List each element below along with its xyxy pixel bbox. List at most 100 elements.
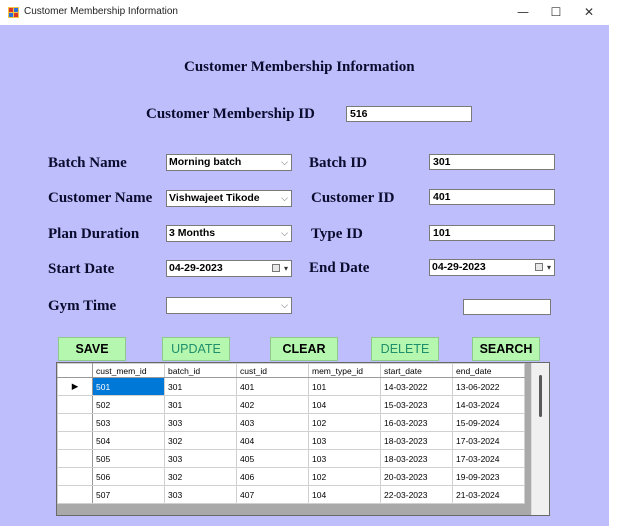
table-cell[interactable]: 104 bbox=[308, 485, 381, 504]
table-cell[interactable]: 21-03-2024 bbox=[452, 485, 525, 504]
table-cell[interactable]: 14-03-2024 bbox=[452, 395, 525, 414]
row-header[interactable] bbox=[57, 467, 93, 486]
column-header[interactable]: cust_mem_id bbox=[92, 363, 165, 378]
scrollbar-thumb[interactable] bbox=[539, 375, 542, 417]
clear-button[interactable]: CLEAR bbox=[270, 337, 338, 361]
row-header[interactable] bbox=[57, 485, 93, 504]
maximize-button[interactable]: ☐ bbox=[541, 3, 571, 22]
chevron-down-icon[interactable]: ⌵ bbox=[281, 155, 288, 170]
table-cell[interactable]: 502 bbox=[92, 395, 165, 414]
table-cell[interactable]: 104 bbox=[308, 395, 381, 414]
table-cell[interactable]: 506 bbox=[92, 467, 165, 486]
table-row[interactable]: 502 301 402 104 15-03-2023 14-03-2024 bbox=[57, 395, 525, 414]
table-cell[interactable]: 504 bbox=[92, 431, 165, 450]
table-row[interactable]: 505 303 405 103 18-03-2023 17-03-2024 bbox=[57, 449, 525, 468]
save-button[interactable]: SAVE bbox=[58, 337, 126, 361]
app-window: Customer Membership Information — ☐ ✕ Cu… bbox=[0, 0, 609, 526]
table-cell[interactable]: 18-03-2023 bbox=[380, 431, 453, 450]
title-bar[interactable]: Customer Membership Information — ☐ ✕ bbox=[0, 0, 609, 25]
chevron-down-icon[interactable]: ⌵ bbox=[281, 226, 288, 241]
start-date-label: Start Date bbox=[48, 261, 115, 277]
row-header[interactable] bbox=[57, 395, 93, 414]
table-cell[interactable]: 302 bbox=[164, 467, 237, 486]
table-cell[interactable]: 404 bbox=[236, 431, 309, 450]
table-cell[interactable]: 302 bbox=[164, 431, 237, 450]
batch-name-value: Morning batch bbox=[169, 156, 242, 168]
table-cell[interactable]: 13-06-2022 bbox=[452, 377, 525, 396]
gym-time-combo[interactable]: ⌵ bbox=[166, 297, 292, 314]
table-cell[interactable]: 18-03-2023 bbox=[380, 449, 453, 468]
table-row[interactable]: 507 303 407 104 22-03-2023 21-03-2024 bbox=[57, 485, 525, 504]
table-cell[interactable]: 15-03-2023 bbox=[380, 395, 453, 414]
chevron-down-icon[interactable]: ⌵ bbox=[281, 191, 288, 206]
table-cell[interactable]: 501 bbox=[92, 377, 165, 396]
table-cell[interactable]: 17-03-2024 bbox=[452, 431, 525, 450]
table-cell[interactable]: 19-09-2023 bbox=[452, 467, 525, 486]
table-cell[interactable]: 15-09-2024 bbox=[452, 413, 525, 432]
table-cell[interactable]: 303 bbox=[164, 413, 237, 432]
plan-duration-combo[interactable]: 3 Months ⌵ bbox=[166, 225, 292, 242]
column-header[interactable]: cust_id bbox=[236, 363, 309, 378]
batch-id-field[interactable]: 301 bbox=[429, 154, 555, 170]
row-header[interactable] bbox=[57, 413, 93, 432]
table-cell[interactable]: 406 bbox=[236, 467, 309, 486]
table-cell[interactable]: 303 bbox=[164, 485, 237, 504]
row-header[interactable] bbox=[57, 449, 93, 468]
current-row-indicator[interactable]: ▶ bbox=[57, 377, 93, 396]
table-cell[interactable]: 401 bbox=[236, 377, 309, 396]
column-header[interactable]: end_date bbox=[452, 363, 525, 378]
table-cell[interactable]: 407 bbox=[236, 485, 309, 504]
table-cell[interactable]: 102 bbox=[308, 413, 381, 432]
table-cell[interactable]: 301 bbox=[164, 395, 237, 414]
search-button[interactable]: SEARCH bbox=[472, 337, 540, 361]
column-header[interactable]: mem_type_id bbox=[308, 363, 381, 378]
table-row[interactable]: 504 302 404 103 18-03-2023 17-03-2024 bbox=[57, 431, 525, 450]
close-button[interactable]: ✕ bbox=[574, 3, 604, 22]
table-cell[interactable]: 303 bbox=[164, 449, 237, 468]
row-header[interactable] bbox=[57, 431, 93, 450]
table-cell[interactable]: 301 bbox=[164, 377, 237, 396]
calendar-icon[interactable] bbox=[535, 263, 543, 271]
gym-time-label: Gym Time bbox=[48, 298, 117, 314]
end-date-value: 04-29-2023 bbox=[432, 261, 486, 273]
table-cell[interactable]: 505 bbox=[92, 449, 165, 468]
table-cell[interactable]: 102 bbox=[308, 467, 381, 486]
calendar-icon[interactable] bbox=[272, 264, 280, 272]
table-cell[interactable]: 403 bbox=[236, 413, 309, 432]
grid-vertical-scrollbar[interactable] bbox=[531, 363, 549, 515]
table-cell[interactable]: 17-03-2024 bbox=[452, 449, 525, 468]
customer-id-field[interactable]: 401 bbox=[429, 189, 555, 205]
membership-id-field[interactable]: 516 bbox=[346, 106, 472, 122]
extra-text-field[interactable] bbox=[463, 299, 551, 315]
table-cell[interactable]: 402 bbox=[236, 395, 309, 414]
table-cell[interactable]: 507 bbox=[92, 485, 165, 504]
table-cell[interactable]: 14-03-2022 bbox=[380, 377, 453, 396]
table-cell[interactable]: 22-03-2023 bbox=[380, 485, 453, 504]
table-row[interactable]: 503 303 403 102 16-03-2023 15-09-2024 bbox=[57, 413, 525, 432]
table-cell[interactable]: 103 bbox=[308, 431, 381, 450]
update-button[interactable]: UPDATE bbox=[162, 337, 230, 361]
membership-id-label: Customer Membership ID bbox=[146, 106, 315, 122]
table-cell[interactable]: 503 bbox=[92, 413, 165, 432]
chevron-down-icon[interactable]: ⌵ bbox=[281, 298, 288, 313]
minimize-button[interactable]: — bbox=[508, 3, 538, 22]
table-row[interactable]: 506 302 406 102 20-03-2023 19-09-2023 bbox=[57, 467, 525, 486]
table-row[interactable]: ▶ 501 301 401 101 14-03-2022 13-06-2022 bbox=[57, 377, 525, 396]
delete-button[interactable]: DELETE bbox=[371, 337, 439, 361]
customer-name-combo[interactable]: Vishwajeet Tikode ⌵ bbox=[166, 190, 292, 207]
table-cell[interactable]: 16-03-2023 bbox=[380, 413, 453, 432]
membership-grid[interactable]: cust_mem_id batch_id cust_id mem_type_id… bbox=[56, 362, 550, 516]
end-date-label: End Date bbox=[309, 260, 370, 276]
table-cell[interactable]: 20-03-2023 bbox=[380, 467, 453, 486]
table-cell[interactable]: 103 bbox=[308, 449, 381, 468]
table-cell[interactable]: 405 bbox=[236, 449, 309, 468]
type-id-field[interactable]: 101 bbox=[429, 225, 555, 241]
table-cell[interactable]: 101 bbox=[308, 377, 381, 396]
end-date-picker[interactable]: 04-29-2023 ▾ bbox=[429, 259, 555, 276]
start-date-picker[interactable]: 04-29-2023 ▾ bbox=[166, 260, 292, 277]
column-header[interactable]: start_date bbox=[380, 363, 453, 378]
chevron-down-icon[interactable]: ▾ bbox=[284, 261, 288, 276]
chevron-down-icon[interactable]: ▾ bbox=[547, 260, 551, 275]
column-header[interactable]: batch_id bbox=[164, 363, 237, 378]
batch-name-combo[interactable]: Morning batch ⌵ bbox=[166, 154, 292, 171]
